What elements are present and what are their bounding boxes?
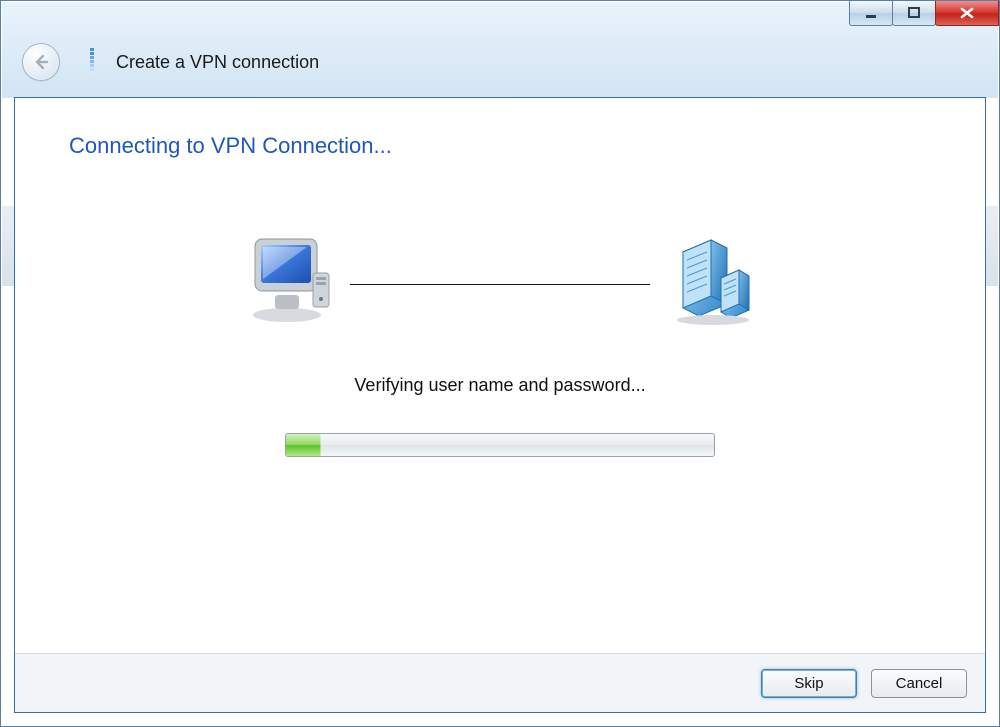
minimize-button[interactable] <box>849 1 893 26</box>
server-icon <box>656 230 766 326</box>
close-icon <box>958 6 976 20</box>
network-wizard-icon <box>82 47 102 77</box>
content-panel: Connecting to VPN Connection... <box>14 97 986 713</box>
skip-button[interactable]: Skip <box>761 669 857 698</box>
wizard-header: Create a VPN connection <box>2 29 998 95</box>
wizard-title: Create a VPN connection <box>116 52 319 73</box>
maximize-icon <box>907 6 921 20</box>
cancel-button-label: Cancel <box>896 675 943 692</box>
progress-bar <box>285 433 715 457</box>
progress-track <box>285 433 715 457</box>
window-controls <box>850 1 999 28</box>
back-button[interactable] <box>22 43 60 81</box>
connection-illustration <box>15 223 985 333</box>
cancel-button[interactable]: Cancel <box>871 669 967 698</box>
page-heading: Connecting to VPN Connection... <box>69 133 392 159</box>
maximize-button[interactable] <box>892 1 936 26</box>
skip-button-label: Skip <box>794 675 823 692</box>
button-bar: Skip Cancel <box>15 653 985 712</box>
progress-fill <box>286 434 321 456</box>
close-button[interactable] <box>935 1 999 26</box>
computer-icon <box>234 233 344 323</box>
back-arrow-icon <box>31 52 51 72</box>
wizard-window: Create a VPN connection Connecting to VP… <box>0 0 1000 727</box>
minimize-icon <box>864 6 878 20</box>
connection-line <box>350 284 650 285</box>
status-text: Verifying user name and password... <box>15 375 985 396</box>
